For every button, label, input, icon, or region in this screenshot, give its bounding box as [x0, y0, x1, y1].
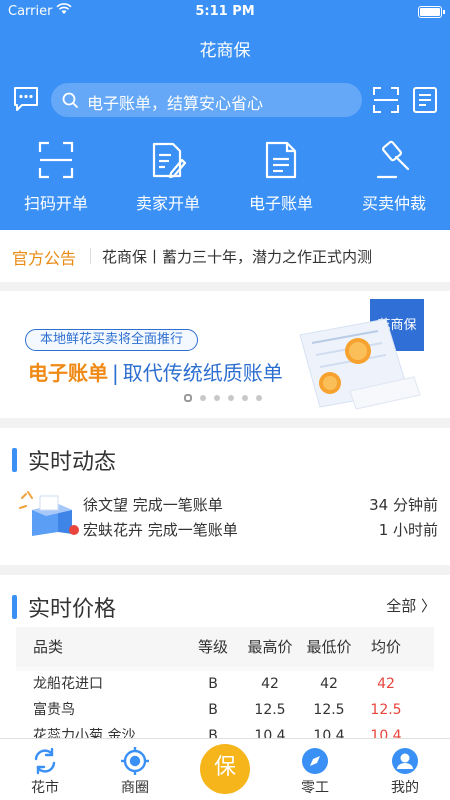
document-list-icon[interactable]	[412, 86, 438, 114]
carousel-dot[interactable]	[184, 394, 192, 402]
quick-action-label: 卖家开单	[135, 194, 200, 213]
scan-icon[interactable]	[372, 86, 400, 114]
search-placeholder: 电子账单，结算安心省心	[87, 94, 264, 113]
banner-headline-separator: |	[112, 361, 119, 385]
cell-category: 富贵鸟	[33, 702, 75, 718]
carousel-dots[interactable]	[184, 386, 270, 405]
tab-business-circle[interactable]: 商圈	[90, 747, 180, 797]
cell-min: 42	[320, 676, 338, 692]
cell-max: 12.5	[254, 702, 286, 718]
carousel-dot[interactable]	[242, 395, 248, 401]
carousel-dot[interactable]	[200, 395, 206, 401]
activity-text: 宏蚨花卉 完成一笔账单	[83, 521, 238, 539]
carousel-dot[interactable]	[228, 395, 234, 401]
search-input[interactable]: 电子账单，结算安心省心	[51, 83, 362, 117]
center-insurance-button[interactable]: 保	[200, 744, 250, 794]
cell-max: 42	[261, 676, 279, 692]
tab-label: 零工	[301, 780, 329, 796]
search-icon	[61, 91, 79, 109]
quick-action-arbitration[interactable]: 买卖仲裁	[338, 140, 450, 214]
activity-time: 34 分钟前	[369, 496, 438, 514]
scan-icon	[38, 141, 74, 179]
tab-profile[interactable]: 我的	[360, 747, 450, 797]
cell-grade: B	[208, 702, 218, 718]
quick-action-e-bill[interactable]: 电子账单	[225, 140, 337, 214]
price-section: 实时价格 全部 〉 品类 等级 最高价 最低价 均价 龙船花进口 B 42 42…	[0, 575, 450, 750]
cell-min: 12.5	[313, 702, 345, 718]
message-icon[interactable]	[12, 86, 40, 111]
price-table: 品类 等级 最高价 最低价 均价 龙船花进口 B 42 42 42 富贵鸟 B …	[16, 627, 434, 750]
quick-action-label: 电子账单	[248, 194, 313, 213]
tab-odd-jobs[interactable]: 零工	[270, 747, 360, 797]
table-header: 品类 等级 最高价 最低价 均价	[16, 627, 434, 667]
activity-section: 实时动态 徐文望 完成一笔账单 34 分钟前 宏蚨花卉 完成一笔账单 1 小时前	[0, 428, 450, 565]
refresh-icon	[34, 747, 56, 775]
view-all-link[interactable]: 全部 〉	[386, 595, 436, 616]
banner-headline-text: 取代传统纸质账单	[122, 361, 283, 385]
announcement-bar[interactable]: 官方公告 花商保丨蓄力三十年，潜力之作正式内测	[0, 230, 450, 282]
cell-grade: B	[208, 676, 218, 692]
column-header-grade: 等级	[198, 638, 229, 656]
activity-text: 徐文望 完成一笔账单	[83, 496, 223, 514]
table-row[interactable]: 富贵鸟 B 12.5 12.5 12.5	[16, 697, 434, 723]
app-header: Carrier 5:11 PM 花商保 电子账单，结算安心省心 扫码开单 卖家开…	[0, 0, 450, 230]
cell-avg: 42	[377, 676, 395, 692]
carousel-dot[interactable]	[256, 395, 262, 401]
quick-action-label: 扫码开单	[23, 194, 88, 213]
edit-document-icon	[152, 142, 187, 179]
compass-icon	[302, 748, 328, 774]
column-header-max: 最高价	[247, 638, 293, 656]
quick-action-scan[interactable]: 扫码开单	[0, 140, 112, 214]
column-header-avg: 均价	[370, 638, 401, 656]
quick-action-seller-order[interactable]: 卖家开单	[112, 140, 224, 214]
cell-category: 龙船花进口	[33, 676, 103, 692]
cell-avg: 12.5	[370, 702, 402, 718]
banner-pill: 本地鲜花买卖将全面推行	[25, 329, 199, 351]
section-accent	[12, 448, 17, 472]
activity-time: 1 小时前	[378, 521, 438, 539]
profile-icon	[392, 748, 418, 774]
announcement-tag: 官方公告	[12, 249, 77, 268]
status-bar: Carrier 5:11 PM	[0, 0, 450, 24]
tab-label: 商圈	[121, 780, 149, 796]
tab-flower-market[interactable]: 花市	[0, 747, 90, 797]
column-header-category: 品类	[33, 638, 64, 656]
activity-box-icon	[19, 491, 79, 536]
banner-headline: 电子账单 | 取代传统纸质账单	[28, 357, 283, 386]
carousel-dot[interactable]	[214, 395, 220, 401]
announcement-divider	[90, 248, 91, 264]
status-time: 5:11 PM	[195, 4, 255, 19]
quick-action-label: 买卖仲裁	[361, 194, 426, 213]
column-header-min: 最低价	[306, 638, 352, 656]
table-row[interactable]: 龙船花进口 B 42 42 42	[16, 671, 434, 697]
gavel-icon	[376, 140, 410, 179]
e-bill-illustration: 花商保	[299, 299, 424, 410]
banner-headline-highlight: 电子账单	[28, 361, 108, 385]
section-title: 实时动态	[28, 450, 117, 475]
tab-label: 花市	[31, 780, 59, 796]
announcement-text: 花商保丨蓄力三十年，潜力之作正式内测	[102, 248, 373, 266]
promo-banner[interactable]: 本地鲜花买卖将全面推行 电子账单 | 取代传统纸质账单 花商保	[0, 291, 450, 418]
section-accent	[12, 595, 17, 619]
section-title: 实时价格	[28, 597, 117, 622]
page-title: 花商保	[199, 41, 251, 61]
battery-icon	[418, 6, 445, 18]
tab-label: 我的	[391, 780, 419, 796]
document-icon	[265, 141, 297, 179]
target-icon	[121, 747, 149, 775]
